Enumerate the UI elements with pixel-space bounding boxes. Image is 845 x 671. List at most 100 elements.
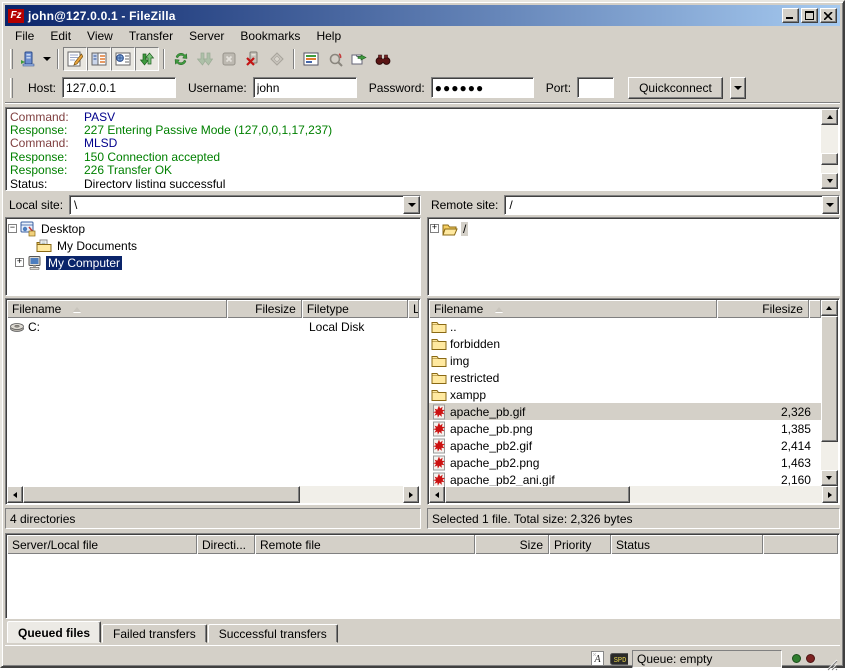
directory-comparison-button[interactable]: [323, 47, 347, 71]
quickconnect-dropdown[interactable]: [730, 77, 746, 99]
file-row[interactable]: apache_pb2.gif2,414: [429, 437, 821, 454]
scroll-thumb[interactable]: [445, 486, 630, 503]
file-row[interactable]: img: [429, 352, 821, 369]
remote-site-combo[interactable]: /: [504, 195, 840, 215]
column-header-direction[interactable]: Directi...: [197, 535, 255, 554]
toggle-remote-tree-button[interactable]: [111, 47, 135, 71]
menu-transfer[interactable]: Transfer: [121, 27, 181, 45]
disconnect-button[interactable]: [241, 47, 265, 71]
close-button[interactable]: [820, 8, 837, 23]
scroll-up-button[interactable]: [821, 300, 838, 316]
scroll-right-button[interactable]: [822, 486, 838, 503]
scroll-track[interactable]: [821, 316, 838, 470]
menu-server[interactable]: Server: [181, 27, 232, 45]
menu-file[interactable]: File: [7, 27, 42, 45]
expand-plus-icon[interactable]: +: [15, 258, 24, 267]
refresh-button[interactable]: [169, 47, 193, 71]
remote-vertical-scrollbar[interactable]: [821, 300, 838, 486]
filter-button[interactable]: [299, 47, 323, 71]
scroll-up-button[interactable]: [821, 109, 838, 125]
toggle-log-button[interactable]: [63, 47, 87, 71]
scroll-thumb[interactable]: [821, 316, 838, 442]
maximize-button[interactable]: [801, 8, 818, 23]
local-horizontal-scrollbar[interactable]: [7, 486, 419, 503]
tab-successful-transfers[interactable]: Successful transfers: [208, 624, 338, 643]
toggle-queue-button[interactable]: [135, 47, 159, 71]
tab-failed-transfers[interactable]: Failed transfers: [102, 624, 207, 643]
username-input[interactable]: [253, 77, 357, 98]
column-header-filesize[interactable]: Filesize: [717, 300, 809, 318]
column-header-size[interactable]: Size: [475, 535, 549, 554]
column-header-priority[interactable]: Priority: [549, 535, 611, 554]
column-header-filename[interactable]: Filename: [7, 300, 227, 318]
column-header-filetype[interactable]: Filetype: [302, 300, 408, 318]
transfer-type-indicator[interactable]: A: [588, 651, 606, 667]
toolbar-separator: [57, 49, 59, 69]
host-input[interactable]: [62, 77, 176, 98]
port-input[interactable]: [577, 77, 614, 98]
scroll-left-button[interactable]: [429, 486, 445, 503]
column-header-filesize[interactable]: Filesize: [227, 300, 302, 318]
column-header-lastmodified[interactable]: L: [408, 300, 419, 318]
scroll-down-button[interactable]: [821, 173, 838, 189]
menu-bookmarks[interactable]: Bookmarks: [232, 27, 308, 45]
menu-help[interactable]: Help: [308, 27, 349, 45]
password-input[interactable]: [431, 77, 534, 98]
site-manager-button[interactable]: [16, 47, 40, 71]
collapse-minus-icon[interactable]: −: [8, 224, 17, 233]
folder-icon: [431, 336, 447, 352]
file-row[interactable]: apache_pb2.png1,463: [429, 454, 821, 471]
file-row-c-drive[interactable]: C: Local Disk: [7, 318, 419, 335]
speed-limits-indicator[interactable]: SPD: [610, 651, 628, 667]
tree-item-my-computer[interactable]: + My Computer: [8, 254, 418, 271]
file-row[interactable]: apache_pb.png1,385: [429, 420, 821, 437]
column-header-server-local-file[interactable]: Server/Local file: [7, 535, 197, 554]
quickconnect-button[interactable]: Quickconnect: [628, 77, 723, 99]
reconnect-button[interactable]: [265, 47, 289, 71]
cancel-operation-button[interactable]: [217, 47, 241, 71]
scroll-right-button[interactable]: [403, 486, 419, 503]
process-queue-button[interactable]: [193, 47, 217, 71]
scroll-down-button[interactable]: [821, 470, 838, 486]
remote-status-text: Selected 1 file. Total size: 2,326 bytes: [432, 512, 633, 526]
file-row[interactable]: ..: [429, 318, 821, 335]
scroll-thumb[interactable]: [821, 153, 838, 165]
menu-view[interactable]: View: [79, 27, 121, 45]
scroll-track[interactable]: [821, 125, 838, 173]
find-files-button[interactable]: [371, 47, 395, 71]
title-bar[interactable]: Fz john@127.0.0.1 - FileZilla: [5, 5, 840, 26]
scroll-left-button[interactable]: [7, 486, 23, 503]
scroll-track[interactable]: [23, 486, 403, 503]
toggle-local-tree-button[interactable]: [87, 47, 111, 71]
local-site-combo-button[interactable]: [403, 196, 420, 214]
column-header-filename[interactable]: Filename: [429, 300, 717, 318]
resize-grip[interactable]: [825, 658, 838, 671]
column-header-status[interactable]: Status: [611, 535, 763, 554]
file-row[interactable]: xampp: [429, 386, 821, 403]
log-line: Response:150 Connection accepted: [10, 150, 820, 163]
file-row[interactable]: restricted: [429, 369, 821, 386]
tree-item-root[interactable]: + /: [430, 220, 837, 237]
toolbar: [5, 45, 840, 73]
log-vertical-scrollbar[interactable]: [821, 109, 838, 189]
expand-plus-icon[interactable]: +: [430, 224, 439, 233]
file-row[interactable]: forbidden: [429, 335, 821, 352]
tree-item-desktop[interactable]: − Desktop: [8, 220, 418, 237]
file-row[interactable]: apache_pb2_ani.gif2,160: [429, 471, 821, 486]
remote-site-combo-button[interactable]: [822, 196, 839, 214]
minimize-button[interactable]: [782, 8, 799, 23]
menu-edit[interactable]: Edit: [42, 27, 79, 45]
scroll-thumb[interactable]: [23, 486, 300, 503]
tab-queued-files[interactable]: Queued files: [7, 621, 101, 643]
synchronized-browsing-button[interactable]: [347, 47, 371, 71]
scroll-track[interactable]: [445, 486, 822, 503]
remote-horizontal-scrollbar[interactable]: [429, 486, 838, 503]
column-header-remote-file[interactable]: Remote file: [255, 535, 475, 554]
log-line: Command:MLSD: [10, 137, 820, 150]
binoculars-icon: [375, 51, 391, 67]
tree-item-my-documents[interactable]: My Documents: [8, 237, 418, 254]
site-manager-dropdown[interactable]: [40, 48, 53, 70]
file-row-selected[interactable]: apache_pb.gif2,326: [429, 403, 821, 420]
local-site-combo[interactable]: \: [69, 195, 421, 215]
main-split: Local site: \ − Desktop My Documents: [5, 195, 840, 527]
